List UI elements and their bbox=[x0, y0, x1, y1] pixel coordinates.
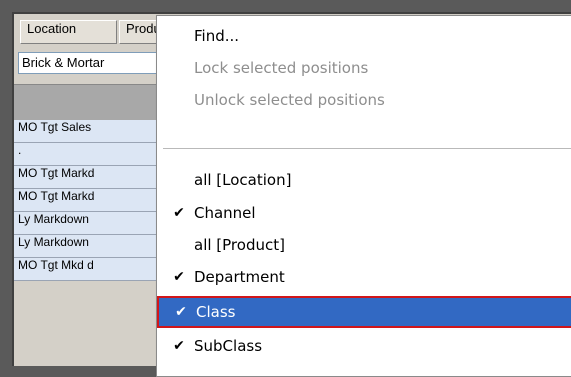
menu-item-label: Unlock selected positions bbox=[194, 91, 385, 109]
menu-item-all-product[interactable]: all [Product] bbox=[157, 229, 571, 261]
menu-item-label: SubClass bbox=[194, 337, 263, 355]
tab-location[interactable]: Location bbox=[20, 20, 117, 44]
checkmark-icon: ✔ bbox=[173, 269, 185, 285]
menu-item-label: Class bbox=[196, 303, 236, 321]
menu-item-subclass[interactable]: ✔ SubClass bbox=[157, 330, 571, 362]
menu-item-label: all [Product] bbox=[194, 236, 285, 254]
context-menu: Find... Lock selected positions Unlock s… bbox=[156, 15, 571, 377]
menu-item-label: Department bbox=[194, 268, 285, 286]
menu-item-label: Find... bbox=[194, 27, 240, 45]
menu-item-lock-selected-positions[interactable]: Lock selected positions bbox=[157, 52, 571, 84]
menu-item-channel[interactable]: ✔ Channel bbox=[157, 197, 571, 229]
checkmark-icon: ✔ bbox=[173, 205, 185, 221]
menu-item-all-location[interactable]: all [Location] bbox=[157, 164, 571, 196]
menu-item-label: Lock selected positions bbox=[194, 59, 369, 77]
checkmark-icon: ✔ bbox=[175, 304, 187, 320]
menu-separator bbox=[163, 148, 571, 149]
checkmark-icon: ✔ bbox=[173, 338, 185, 354]
menu-item-find[interactable]: Find... bbox=[157, 20, 571, 52]
menu-item-unlock-selected-positions[interactable]: Unlock selected positions bbox=[157, 84, 571, 116]
menu-item-label: all [Location] bbox=[194, 171, 292, 189]
menu-item-label: Channel bbox=[194, 204, 256, 222]
menu-item-department[interactable]: ✔ Department bbox=[157, 261, 571, 293]
menu-item-class[interactable]: ✔ Class bbox=[157, 296, 571, 328]
location-selector[interactable]: Brick & Mortar bbox=[18, 52, 168, 74]
